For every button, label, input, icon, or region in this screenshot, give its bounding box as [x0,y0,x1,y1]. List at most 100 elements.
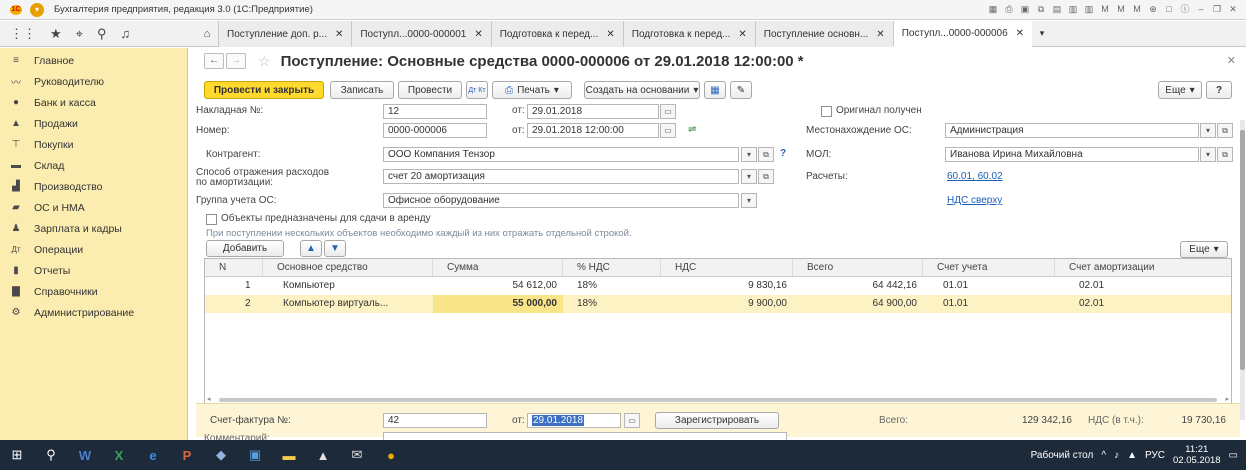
create-based-on-button[interactable]: Создать на основании ▾ [584,81,700,99]
bell-icon[interactable]: ♫ [121,26,131,41]
group-field[interactable]: Офисное оборудование [383,193,739,208]
close-icon[interactable]: ✕ [1226,3,1240,16]
sidebar-item-reports[interactable]: ▮ Отчеты [0,260,187,281]
sidebar-item-warehouse[interactable]: ▬ Склад [0,155,187,176]
tabs-dropdown-icon[interactable]: ▾ [1032,21,1052,46]
volume-icon[interactable]: ♪ [1114,450,1119,461]
column-header[interactable]: НДС [661,259,793,276]
counterparty-open-icon[interactable]: ⧉ [758,147,774,162]
explorer-icon[interactable]: ▬ [272,440,306,470]
column-header[interactable]: Счет амортизации [1055,259,1231,276]
tab-close-icon[interactable]: ✕ [606,29,614,40]
mol-dropdown-icon[interactable]: ▾ [1200,147,1216,162]
number-field[interactable]: 0000-000006 [383,123,487,138]
edit-number-icon[interactable]: ⇌ [688,124,696,135]
calendar-icon[interactable]: ▭ [660,123,676,138]
sidebar-item-salary[interactable]: ♟ Зарплата и кадры [0,218,187,239]
location-field[interactable]: Администрация [945,123,1199,138]
clock[interactable]: 11:21 02.05.2018 [1173,444,1221,466]
expense-method-field[interactable]: счет 20 амортизация [383,169,739,184]
sidebar-item-production[interactable]: ▟ Производство [0,176,187,197]
tab-close-icon[interactable]: ✕ [876,29,884,40]
mail-icon[interactable]: ✉ [340,440,374,470]
comment-field[interactable] [383,432,787,440]
mol-open-icon[interactable]: ⧉ [1217,147,1233,162]
favorites-star-icon[interactable]: ★ [50,26,62,42]
home-icon[interactable]: ⌂ [196,21,218,46]
expense-open-icon[interactable]: ⧉ [758,169,774,184]
vat-on-top-link[interactable]: НДС сверху [947,195,1002,206]
vertical-scrollbar[interactable] [1240,120,1245,420]
edge-icon[interactable]: e [136,440,170,470]
sidebar-item-bank[interactable]: ● Банк и касса [0,92,187,113]
scroll-right-icon[interactable]: ▸ [1225,395,1229,403]
expense-dropdown-icon[interactable]: ▾ [741,169,757,184]
table2-icon[interactable]: ▥ [1082,3,1096,16]
rent-checkbox[interactable] [206,214,217,225]
photos-icon[interactable]: ▲ [306,440,340,470]
store-icon[interactable]: ▣ [238,440,272,470]
powerpoint-icon[interactable]: P [170,440,204,470]
chevron-up-icon[interactable]: ^ [1101,450,1106,461]
original-received-checkbox[interactable] [821,106,832,117]
print-icon[interactable]: ⎙ [1002,3,1016,16]
invoice-sf-date-field[interactable]: 29.01.2018 [527,413,621,428]
column-header[interactable]: Сумма [433,259,563,276]
dtkt-icon[interactable]: Дт Кт [466,81,488,99]
invoice-date-field[interactable]: 29.01.2018 [527,104,659,119]
column-header[interactable]: N [205,259,263,276]
more-button[interactable]: Еще ▾ [1158,81,1202,99]
tab-5[interactable]: Поступление основн... ✕ [754,21,893,47]
memory-minus-icon[interactable]: M [1130,3,1144,16]
minimize-icon[interactable]: – [1194,3,1208,16]
notifications-icon[interactable]: ▭ [1229,450,1238,461]
table-row-selected[interactable]: 2 Компьютер виртуаль... 55 000,00 18% 9 … [205,295,1231,313]
sidebar-item-main[interactable]: ≡ Главное [0,50,187,71]
close-form-icon[interactable]: ✕ [1227,54,1236,67]
back-icon[interactable]: ← [204,53,224,69]
sidebar-item-director[interactable]: 〰 Руководителю [0,71,187,92]
search-icon[interactable]: ⚲ [34,440,68,470]
tab-close-icon[interactable]: ✕ [1016,28,1024,39]
counterparty-dropdown-icon[interactable]: ▾ [741,147,757,162]
language-label[interactable]: РУС [1145,450,1165,461]
print-button[interactable]: ⎙ Печать ▾ [492,81,572,99]
tab-3[interactable]: Подготовка к перед... ✕ [490,21,623,47]
group-dropdown-icon[interactable]: ▾ [741,193,757,208]
maximize-icon[interactable]: ❐ [1210,3,1224,16]
sidebar-item-purchases[interactable]: ⊤ Покупки [0,134,187,155]
tab-6-active[interactable]: Поступл...0000-000006 ✕ [892,21,1033,47]
copy-icon[interactable]: ⧉ [1034,3,1048,16]
sidebar-item-operations[interactable]: Дт Операции [0,239,187,260]
invoice-sf-field[interactable]: 42 [383,413,487,428]
tab-close-icon[interactable]: ✕ [335,29,343,40]
table-icon[interactable]: ▥ [1066,3,1080,16]
vertical-scroll-thumb[interactable] [1240,130,1245,370]
column-header[interactable]: Основное средство [263,259,433,276]
scroll-thumb[interactable] [219,398,1217,402]
settlements-link[interactable]: 60.01, 60.02 [947,171,1003,182]
sidebar-item-admin[interactable]: ⚙ Администрирование [0,302,187,323]
forward-icon[interactable]: → [226,53,246,69]
move-up-icon[interactable]: ▲ [300,240,322,257]
counterparty-field[interactable]: ООО Компания Тензор [383,147,739,162]
column-header[interactable]: % НДС [563,259,661,276]
scroll-left-icon[interactable]: ◂ [207,395,211,403]
tab-close-icon[interactable]: ✕ [474,29,482,40]
save-icon[interactable]: ▤ [1050,3,1064,16]
table-more-button[interactable]: Еще ▾ [1180,241,1228,258]
register-button[interactable]: Зарегистрировать [655,412,779,429]
structure-icon[interactable]: ▦ [704,81,726,99]
number-date-field[interactable]: 29.01.2018 12:00:00 [527,123,659,138]
post-button[interactable]: Провести [398,81,462,99]
memory-plus-icon[interactable]: M [1114,3,1128,16]
add-button[interactable]: Добавить [206,240,284,257]
memory-m-icon[interactable]: M [1098,3,1112,16]
tab-1[interactable]: Поступление доп. р... ✕ [218,21,352,47]
sidebar-item-assets[interactable]: ▰ ОС и НМА [0,197,187,218]
zoom-icon[interactable]: ⊕ [1146,3,1160,16]
search-icon[interactable]: ⚲ [97,26,107,42]
help-button[interactable]: ? [1206,81,1232,99]
help-question-icon[interactable]: ? [780,148,786,159]
sidebar-item-sales[interactable]: ▲ Продажи [0,113,187,134]
